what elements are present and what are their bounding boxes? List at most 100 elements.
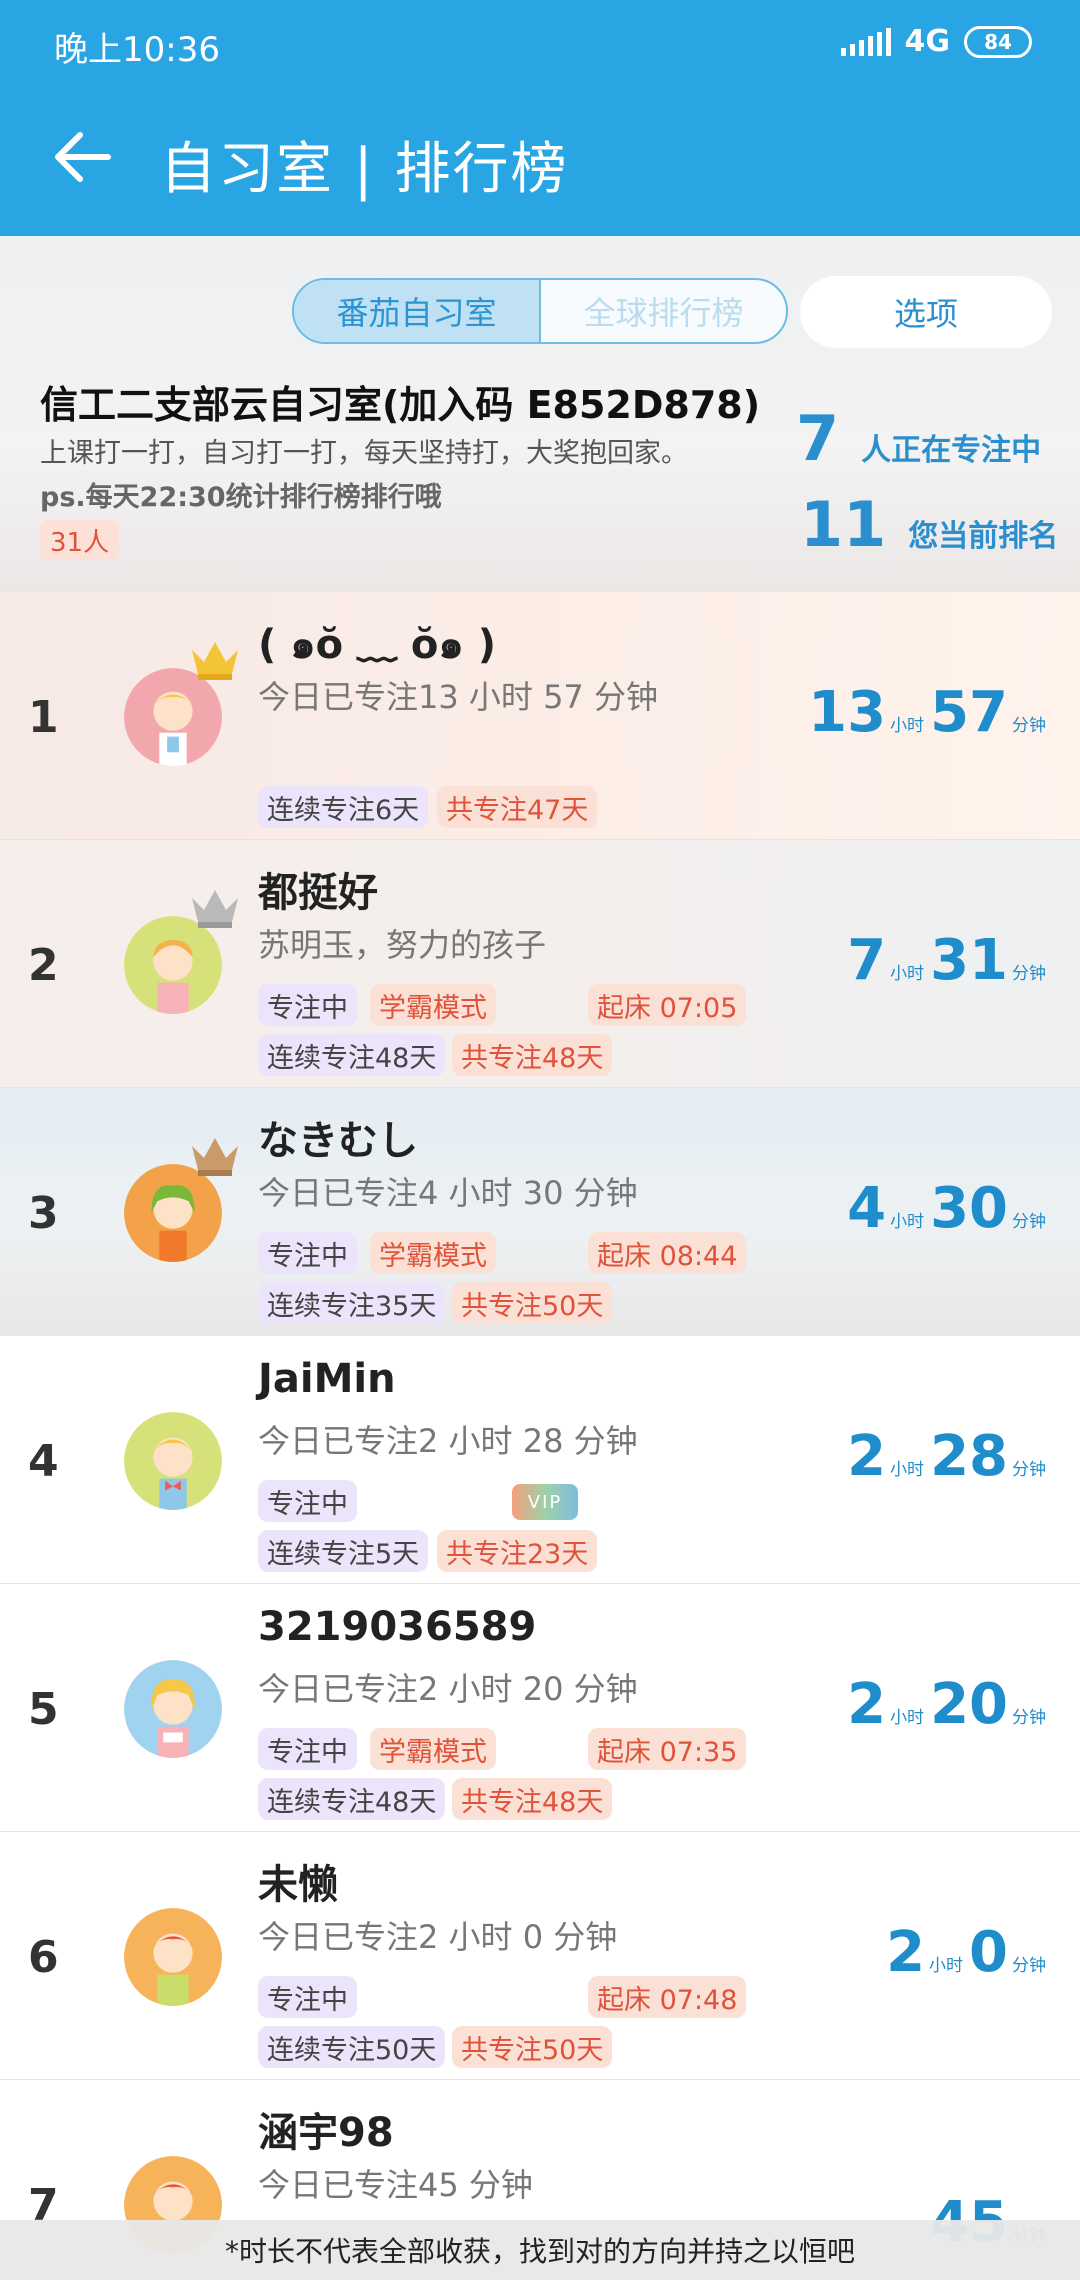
- hour-unit: 小时: [890, 716, 925, 736]
- battery-icon: 84: [964, 25, 1032, 58]
- bronze-crown-icon: [192, 1138, 238, 1176]
- minute-unit: 分钟: [1012, 1708, 1046, 1728]
- today-focus-text: 今日已专注2 小时 0 分钟: [258, 1918, 618, 1956]
- signal-icon: [840, 27, 891, 56]
- my-rank-label: 您当前排名: [908, 519, 1059, 554]
- focus-duration: 7 小时 31 分钟: [847, 928, 1052, 993]
- member-count-badge: 31人: [40, 520, 120, 560]
- hour-unit: 小时: [929, 1956, 964, 1976]
- minute-unit: 分钟: [1012, 964, 1046, 984]
- minute-unit: 分钟: [1012, 716, 1046, 736]
- my-rank-stat: 11 您当前排名: [800, 488, 1058, 561]
- total-days-tag: 共专注48天: [452, 1778, 613, 1820]
- duration-minutes: 28: [930, 1424, 1008, 1489]
- focusing-count: 7: [796, 402, 840, 475]
- user-name: 涵宇98: [258, 2110, 394, 2156]
- duration-hours: 4: [847, 1176, 887, 1241]
- tab-switch: 番茄自习室 全球排行榜: [292, 278, 788, 344]
- duration-hours: 7: [847, 928, 887, 993]
- avatar[interactable]: [124, 668, 222, 766]
- room-desc-line1: 上课打一打，自习打一打，每天坚持打，大奖抱回家。: [40, 438, 688, 469]
- rank-row[interactable]: 2 都挺好 苏明玉，努力的孩子 专注中 学霸模式 起床 07:05 连续专注48…: [0, 840, 1080, 1088]
- rank-number: 6: [28, 1932, 59, 1983]
- battery-level: 84: [984, 29, 1012, 54]
- focus-duration: 4 小时 30 分钟: [847, 1176, 1052, 1241]
- hour-unit: 小时: [890, 1460, 925, 1480]
- avatar[interactable]: [124, 1660, 222, 1758]
- today-focus-text: 今日已专注2 小时 20 分钟: [258, 1670, 638, 1708]
- focusing-tag: 专注中: [258, 1480, 357, 1522]
- status-bar: 晚上10:36 4G 84: [0, 0, 1080, 88]
- status-icons: 4G 84: [840, 24, 1032, 59]
- streak-tag: 连续专注5天: [258, 1530, 429, 1572]
- duration-minutes: 0: [969, 1920, 1008, 1985]
- duration-minutes: 31: [930, 928, 1008, 993]
- rank-row[interactable]: 6 未懒 今日已专注2 小时 0 分钟 专注中 起床 07:48 连续专注50天…: [0, 1832, 1080, 2080]
- gold-crown-icon: [192, 642, 238, 680]
- focusing-stat: 7 人正在专注中: [796, 402, 1041, 475]
- rank-number: 1: [28, 692, 59, 743]
- focusing-tag: 专注中: [258, 1232, 357, 1274]
- options-button[interactable]: 选项: [800, 276, 1052, 348]
- duration-hours: 13: [808, 680, 887, 745]
- focus-duration: 2 小时 0 分钟: [886, 1920, 1052, 1985]
- rank-number: 5: [28, 1684, 59, 1735]
- streak-tag: 连续专注48天: [258, 1034, 446, 1076]
- avatar[interactable]: [124, 1908, 222, 2006]
- focus-duration: 2 小时 28 分钟: [847, 1424, 1052, 1489]
- tab-pomodoro-room[interactable]: 番茄自习室: [294, 280, 541, 342]
- room-desc-line2: ps.每天22:30统计排行榜排行哦: [40, 482, 442, 513]
- avatar[interactable]: [124, 1164, 222, 1262]
- user-name: なきむし: [258, 1118, 418, 1164]
- today-focus-text: 今日已专注2 小时 28 分钟: [258, 1422, 638, 1460]
- user-name: ( ๑ŏ ﹏ ŏ๑ ): [258, 622, 497, 668]
- silver-crown-icon: [192, 890, 238, 928]
- rank-row[interactable]: 4 JaiMin 今日已专注2 小时 28 分钟 专注中 VIP 连续专注5天 …: [0, 1336, 1080, 1584]
- duration-hours: 2: [886, 1920, 926, 1985]
- today-focus-text: 今日已专注45 分钟: [258, 2166, 533, 2204]
- room-description: 上课打一打，自习打一打，每天坚持打，大奖抱回家。 ps.每天22:30统计排行榜…: [40, 432, 688, 520]
- user-name: 都挺好: [258, 870, 378, 916]
- rank-row[interactable]: 1 ( ๑ŏ ﹏ ŏ๑ ) 今日已专注13 小时 57 分钟 连续专注6天 共专…: [0, 592, 1080, 840]
- rank-number: 2: [28, 940, 59, 991]
- user-signature: 苏明玉，努力的孩子: [258, 926, 547, 964]
- focus-duration: 13 小时 57 分钟: [808, 680, 1052, 745]
- duration-minutes: 20: [930, 1672, 1008, 1737]
- back-arrow-icon[interactable]: [48, 122, 118, 192]
- hour-unit: 小时: [890, 1708, 925, 1728]
- app-bar: 自习室 | 排行榜: [0, 88, 1080, 236]
- rank-number: 3: [28, 1188, 59, 1239]
- streak-tag: 连续专注50天: [258, 2026, 446, 2068]
- duration-minutes: 57: [930, 680, 1008, 745]
- today-focus-text: 今日已专注13 小时 57 分钟: [258, 678, 658, 716]
- minute-unit: 分钟: [1012, 1956, 1046, 1976]
- wake-time-tag: 起床 07:35: [588, 1728, 747, 1770]
- study-mode-tag: 学霸模式: [370, 1232, 496, 1274]
- rank-row[interactable]: 3 なきむし 今日已专注4 小时 30 分钟 专注中 学霸模式 起床 08:44…: [0, 1088, 1080, 1336]
- vip-badge: VIP: [512, 1484, 578, 1520]
- hour-unit: 小时: [890, 1212, 925, 1232]
- today-focus-text: 今日已专注4 小时 30 分钟: [258, 1174, 638, 1212]
- user-name: 未懒: [258, 1862, 338, 1908]
- rank-number: 4: [28, 1436, 59, 1487]
- avatar[interactable]: [124, 916, 222, 1014]
- total-days-tag: 共专注48天: [452, 1034, 613, 1076]
- duration-minutes: 30: [930, 1176, 1008, 1241]
- network-type: 4G: [904, 24, 951, 59]
- avatar[interactable]: [124, 1412, 222, 1510]
- study-mode-tag: 学霸模式: [370, 1728, 496, 1770]
- rank-row[interactable]: 5 3219036589 今日已专注2 小时 20 分钟 专注中 学霸模式 起床…: [0, 1584, 1080, 1832]
- wake-time-tag: 起床 07:05: [588, 984, 747, 1026]
- focus-duration: 2 小时 20 分钟: [847, 1672, 1052, 1737]
- focusing-label: 人正在专注中: [861, 433, 1042, 468]
- total-days-tag: 共专注50天: [452, 1282, 613, 1324]
- duration-hours: 2: [847, 1424, 887, 1489]
- focusing-tag: 专注中: [258, 1976, 357, 2018]
- page-title: 自习室 | 排行榜: [160, 137, 569, 202]
- tab-global-rank[interactable]: 全球排行榜: [541, 280, 786, 342]
- total-days-tag: 共专注47天: [437, 786, 598, 828]
- user-name: 3219036589: [258, 1604, 537, 1650]
- minute-unit: 分钟: [1012, 1460, 1046, 1480]
- hour-unit: 小时: [890, 964, 925, 984]
- total-days-tag: 共专注23天: [437, 1530, 598, 1572]
